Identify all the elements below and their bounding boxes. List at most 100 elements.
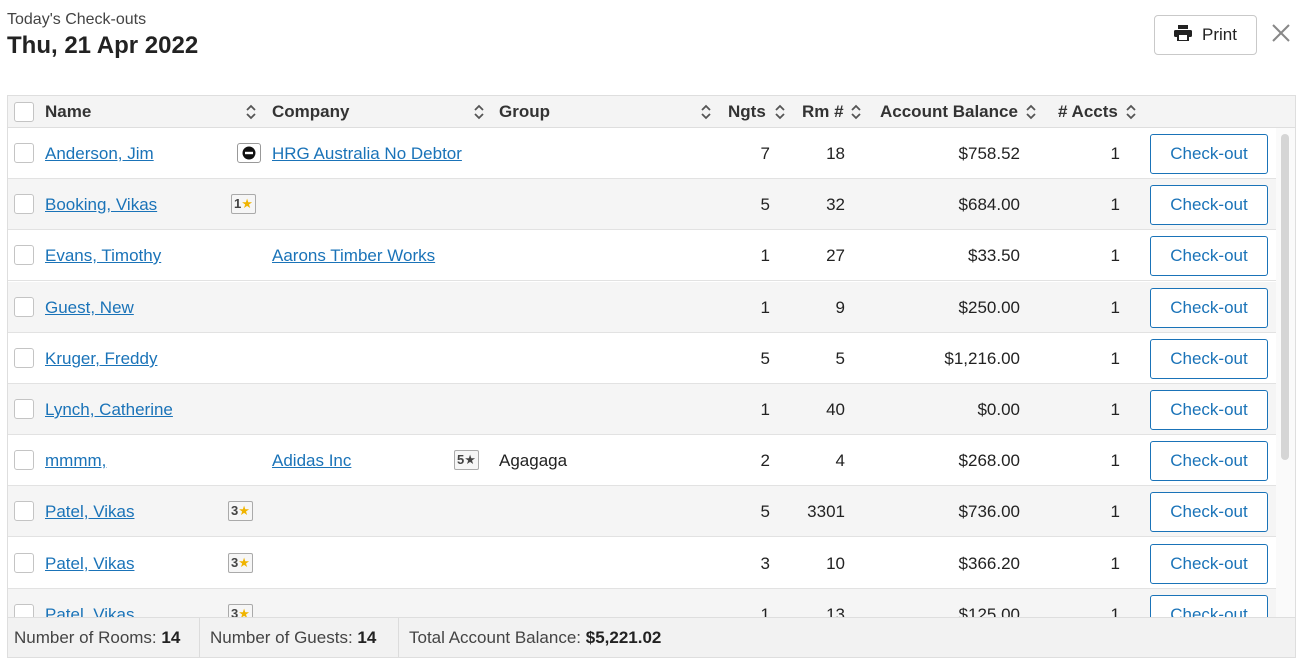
row-checkbox[interactable] — [14, 297, 34, 317]
row-checkbox[interactable] — [14, 501, 34, 521]
row-checkbox[interactable] — [14, 604, 34, 617]
check-out-button[interactable]: Check-out — [1150, 236, 1268, 276]
check-out-button[interactable]: Check-out — [1150, 492, 1268, 532]
account-balance: $1,216.00 — [944, 349, 1020, 368]
check-out-button[interactable]: Check-out — [1150, 339, 1268, 379]
table-row: Patel, Vikas 3★ 5 3301 $736.00 1 Check-out — [8, 486, 1276, 537]
sort-icon[interactable] — [474, 104, 484, 125]
guest-name-link[interactable]: Patel, Vikas — [45, 502, 134, 521]
footer-guests-value: 14 — [357, 628, 377, 647]
room-number: 13 — [826, 605, 845, 617]
check-out-button[interactable]: Check-out — [1150, 288, 1268, 328]
guest-name-link[interactable]: Lynch, Catherine — [45, 400, 173, 419]
table-header: Name Company Group Ngts Rm # Account Bal… — [8, 96, 1295, 128]
account-balance: $366.20 — [958, 554, 1020, 573]
row-checkbox[interactable] — [14, 194, 34, 214]
check-out-button[interactable]: Check-out — [1150, 185, 1268, 225]
sort-icon[interactable] — [246, 104, 256, 125]
scrollbar-thumb[interactable] — [1281, 134, 1289, 460]
group-rating-badge: 5★ — [454, 450, 479, 470]
page-subtitle: Today's Check-outs — [7, 11, 147, 28]
nights-value: 5 — [760, 502, 770, 521]
table-row: Patel, Vikas 3★ 1 13 $125.00 1 Check-out — [8, 589, 1276, 617]
column-header-group[interactable]: Group — [499, 96, 550, 128]
check-out-button[interactable]: Check-out — [1150, 544, 1268, 584]
guest-rating-badge: 3★ — [228, 501, 253, 521]
star-icon: ★ — [238, 503, 250, 518]
table-row: Kruger, Freddy 5 5 $1,216.00 1 Check-out — [8, 333, 1276, 384]
nights-value: 2 — [760, 451, 770, 470]
print-button[interactable]: Print — [1154, 15, 1257, 55]
guest-name-link[interactable]: Kruger, Freddy — [45, 349, 157, 368]
nights-value: 7 — [760, 144, 770, 163]
room-number: 10 — [826, 554, 845, 573]
sort-icon[interactable] — [701, 104, 711, 125]
sort-icon[interactable] — [1126, 104, 1136, 125]
row-checkbox[interactable] — [14, 399, 34, 419]
column-header-company[interactable]: Company — [272, 96, 349, 128]
column-header-accts[interactable]: # Accts — [1058, 96, 1118, 128]
guest-name-link[interactable]: Anderson, Jim — [45, 144, 154, 163]
check-out-button[interactable]: Check-out — [1150, 595, 1268, 617]
page-header: Today's Check-outs Thu, 21 Apr 2022 — [7, 10, 198, 61]
check-out-button[interactable]: Check-out — [1150, 134, 1268, 174]
row-checkbox[interactable] — [14, 553, 34, 573]
check-out-button[interactable]: Check-out — [1150, 390, 1268, 430]
column-header-room[interactable]: Rm # — [802, 96, 844, 128]
scrollbar[interactable] — [1276, 128, 1295, 617]
row-checkbox[interactable] — [14, 348, 34, 368]
accounts-count: 1 — [1110, 605, 1120, 617]
close-button[interactable] — [1268, 22, 1294, 48]
page-title: Thu, 21 Apr 2022 — [7, 32, 199, 59]
guest-name-link[interactable]: Patel, Vikas — [45, 554, 134, 573]
account-balance: $250.00 — [958, 298, 1020, 317]
nights-value: 1 — [760, 605, 770, 617]
room-number: 32 — [826, 195, 845, 214]
table-row: Anderson, Jim HRG Australia No Debtor 7 18 $… — [8, 128, 1276, 179]
nights-value: 1 — [760, 400, 770, 419]
guest-name-link[interactable]: Evans, Timothy — [45, 246, 161, 265]
account-balance: $33.50 — [968, 246, 1020, 265]
table-footer: Number of Rooms: 14 Number of Guests: 14… — [8, 617, 1295, 657]
column-header-ngts[interactable]: Ngts — [728, 96, 766, 128]
close-icon — [1272, 23, 1290, 47]
star-icon: ★ — [238, 555, 250, 570]
guest-rating-badge: 3★ — [228, 604, 253, 617]
accounts-count: 1 — [1110, 451, 1120, 470]
guest-name-link[interactable]: Booking, Vikas — [45, 195, 157, 214]
company-link[interactable]: Adidas Inc — [272, 451, 351, 470]
account-balance: $125.00 — [958, 605, 1020, 617]
guest-name-link[interactable]: Guest, New — [45, 298, 134, 317]
room-number: 4 — [835, 451, 845, 470]
accounts-count: 1 — [1110, 246, 1120, 265]
accounts-count: 1 — [1110, 400, 1120, 419]
room-number: 18 — [826, 144, 845, 163]
guest-rating-badge: 3★ — [228, 553, 253, 573]
footer-rooms-label: Number of Rooms: — [14, 628, 157, 647]
account-balance: $684.00 — [958, 195, 1020, 214]
check-out-button[interactable]: Check-out — [1150, 441, 1268, 481]
group-name: Agagaga — [499, 451, 568, 470]
row-checkbox[interactable] — [14, 143, 34, 163]
room-number: 5 — [835, 349, 845, 368]
account-balance: $758.52 — [958, 144, 1020, 163]
table-row: mmmm, Adidas Inc 5★ Agagaga 2 4 $268.00 1 Check-… — [8, 435, 1276, 486]
room-number: 40 — [826, 400, 845, 419]
star-icon: ★ — [464, 452, 476, 467]
column-header-name[interactable]: Name — [45, 96, 91, 128]
row-checkbox[interactable] — [14, 450, 34, 470]
accounts-count: 1 — [1110, 554, 1120, 573]
column-header-balance[interactable]: Account Balance — [880, 96, 1018, 128]
footer-balance-label: Total Account Balance: — [409, 628, 582, 647]
sort-icon[interactable] — [851, 104, 861, 125]
sort-icon[interactable] — [775, 104, 785, 125]
company-link[interactable]: Aarons Timber Works — [272, 246, 435, 265]
sort-icon[interactable] — [1026, 104, 1036, 125]
guest-name-link[interactable]: Patel, Vikas — [45, 605, 134, 617]
account-balance: $0.00 — [977, 400, 1020, 419]
select-all-checkbox[interactable] — [14, 102, 34, 122]
row-checkbox[interactable] — [14, 245, 34, 265]
guest-name-link[interactable]: mmmm, — [45, 451, 106, 470]
footer-rooms-value: 14 — [161, 628, 181, 647]
company-link[interactable]: HRG Australia No Debtor — [272, 144, 462, 163]
